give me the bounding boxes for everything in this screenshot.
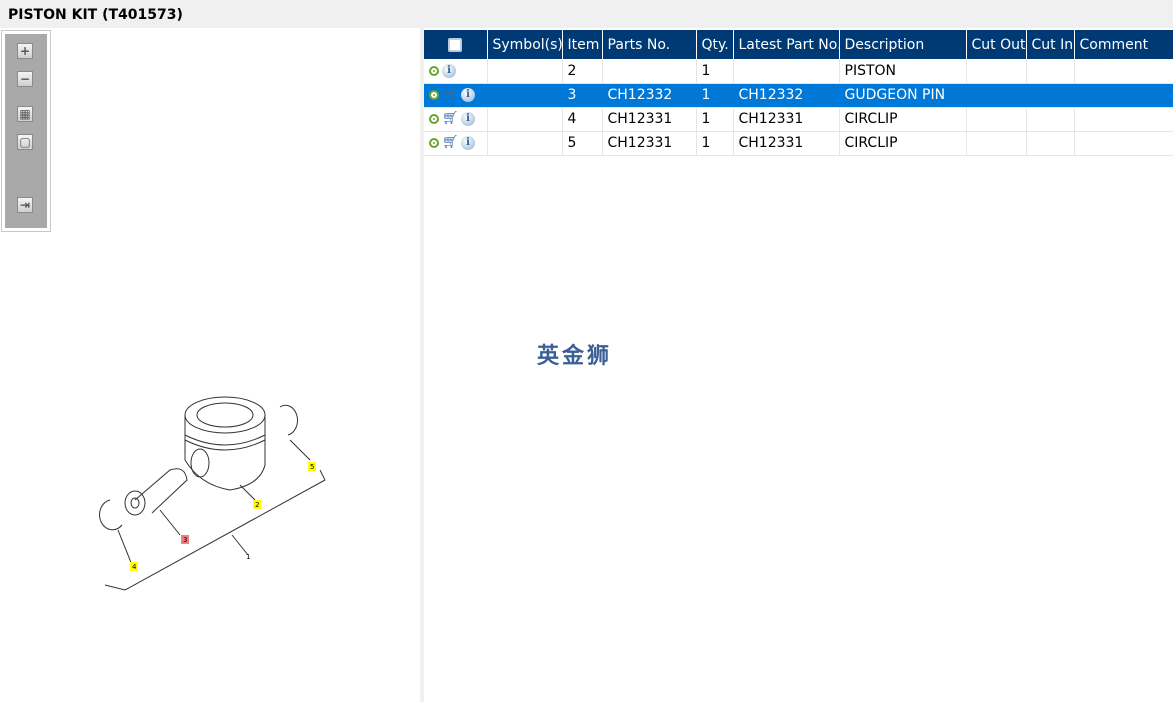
table-header: Symbol(s) Item Parts No. Qty. Latest Par… — [424, 30, 1173, 59]
cart-icon[interactable]: 🛒︎ — [442, 112, 459, 125]
cell-description: CIRCLIP — [839, 131, 967, 156]
callout-5[interactable]: 5 — [310, 463, 314, 471]
watermark: 英金狮 — [537, 344, 613, 369]
search-icon[interactable] — [448, 37, 463, 52]
table-row[interactable]: 🛒︎ i 3 CH12332 1 CH12332 GUDGEON PIN — [424, 83, 1173, 108]
cell-qty: 1 — [696, 59, 734, 84]
header-description[interactable]: Description — [839, 30, 967, 59]
cell-symbols — [487, 83, 563, 108]
cell-cut-in — [1026, 107, 1075, 132]
cart-icon[interactable]: 🛒︎ — [442, 136, 459, 149]
table-row[interactable]: 🛒︎ i 5 CH12331 1 CH12331 CIRCLIP — [424, 131, 1173, 156]
cell-description: CIRCLIP — [839, 107, 967, 132]
cell-latest-part-no — [733, 59, 840, 84]
cell-parts-no — [602, 59, 697, 84]
header-parts-no[interactable]: Parts No. — [602, 30, 697, 59]
fit-view-button[interactable]: ▦ — [17, 106, 33, 122]
search-column-header[interactable] — [424, 30, 488, 59]
cell-parts-no: CH12331 — [602, 107, 697, 132]
zoom-out-button[interactable]: − — [17, 71, 33, 87]
cell-cut-out — [966, 107, 1027, 132]
cell-symbols — [487, 59, 563, 84]
cell-qty: 1 — [696, 131, 734, 156]
row-actions: i — [424, 59, 488, 84]
gear-icon[interactable] — [429, 138, 439, 148]
callout-4[interactable]: 4 — [132, 563, 137, 571]
header-qty[interactable]: Qty. — [696, 30, 734, 59]
exploded-parts-diagram[interactable]: 5 2 3 4 1 — [90, 385, 340, 595]
cell-qty: 1 — [696, 83, 734, 108]
actual-size-button[interactable]: ▢ — [17, 134, 33, 150]
header-cut-in[interactable]: Cut In — [1026, 30, 1075, 59]
gear-icon[interactable] — [429, 90, 439, 100]
cell-parts-no: CH12332 — [602, 83, 697, 108]
title-bar: PISTON KIT (T401573) — [0, 0, 1173, 28]
cell-item: 4 — [562, 107, 603, 132]
cell-comment — [1074, 83, 1173, 108]
table-row[interactable]: i 2 1 PISTON — [424, 59, 1173, 84]
callout-1[interactable]: 1 — [246, 553, 250, 561]
row-actions: 🛒︎ i — [424, 131, 488, 156]
gudgeon-pin — [134, 468, 188, 514]
cell-comment — [1074, 59, 1173, 84]
cell-description: GUDGEON PIN — [839, 83, 967, 108]
info-icon[interactable]: i — [461, 112, 475, 126]
row-actions: 🛒︎ i — [424, 107, 488, 132]
cell-latest-part-no: CH12331 — [733, 131, 840, 156]
header-item[interactable]: Item — [562, 30, 603, 59]
cell-comment — [1074, 107, 1173, 132]
cell-symbols — [487, 131, 563, 156]
table-row[interactable]: 🛒︎ i 4 CH12331 1 CH12331 CIRCLIP — [424, 107, 1173, 132]
cart-icon[interactable]: 🛒︎ — [442, 88, 459, 101]
cell-item: 2 — [562, 59, 603, 84]
circlip-right — [279, 404, 298, 436]
header-symbols[interactable]: Symbol(s) — [487, 30, 563, 59]
callout-2[interactable]: 2 — [255, 501, 259, 509]
page-title: PISTON KIT (T401573) — [8, 7, 183, 23]
callout-3[interactable]: 3 — [183, 536, 187, 544]
circlip-left — [99, 499, 123, 531]
cell-symbols — [487, 107, 563, 132]
cell-item: 5 — [562, 131, 603, 156]
header-latest-part-no[interactable]: Latest Part No. — [733, 30, 840, 59]
cell-parts-no: CH12331 — [602, 131, 697, 156]
info-icon[interactable]: i — [461, 136, 475, 150]
diagram-toolbar: + − ▦ ▢ ⇥ — [1, 30, 51, 232]
cell-latest-part-no: CH12331 — [733, 107, 840, 132]
kit-bracket — [104, 469, 326, 591]
cell-cut-in — [1026, 131, 1075, 156]
info-icon[interactable]: i — [461, 88, 475, 102]
cell-cut-out — [966, 131, 1027, 156]
cell-cut-out — [966, 59, 1027, 84]
cell-item: 3 — [562, 83, 603, 108]
cell-cut-out — [966, 83, 1027, 108]
header-comment[interactable]: Comment — [1074, 30, 1173, 59]
row-actions: 🛒︎ i — [424, 83, 488, 108]
zoom-in-button[interactable]: + — [17, 43, 33, 59]
cell-description: PISTON — [839, 59, 967, 84]
info-icon[interactable]: i — [442, 63, 456, 78]
cell-cut-in — [1026, 59, 1075, 84]
cell-qty: 1 — [696, 107, 734, 132]
parts-table: Symbol(s) Item Parts No. Qty. Latest Par… — [424, 30, 1173, 156]
gear-icon[interactable] — [429, 65, 439, 76]
cell-cut-in — [1026, 83, 1075, 108]
diagram-panel[interactable] — [0, 28, 420, 702]
header-cut-out[interactable]: Cut Out — [966, 30, 1027, 59]
cell-comment — [1074, 131, 1173, 156]
export-button[interactable]: ⇥ — [17, 197, 33, 213]
gear-icon[interactable] — [429, 114, 439, 124]
cell-latest-part-no: CH12332 — [733, 83, 840, 108]
